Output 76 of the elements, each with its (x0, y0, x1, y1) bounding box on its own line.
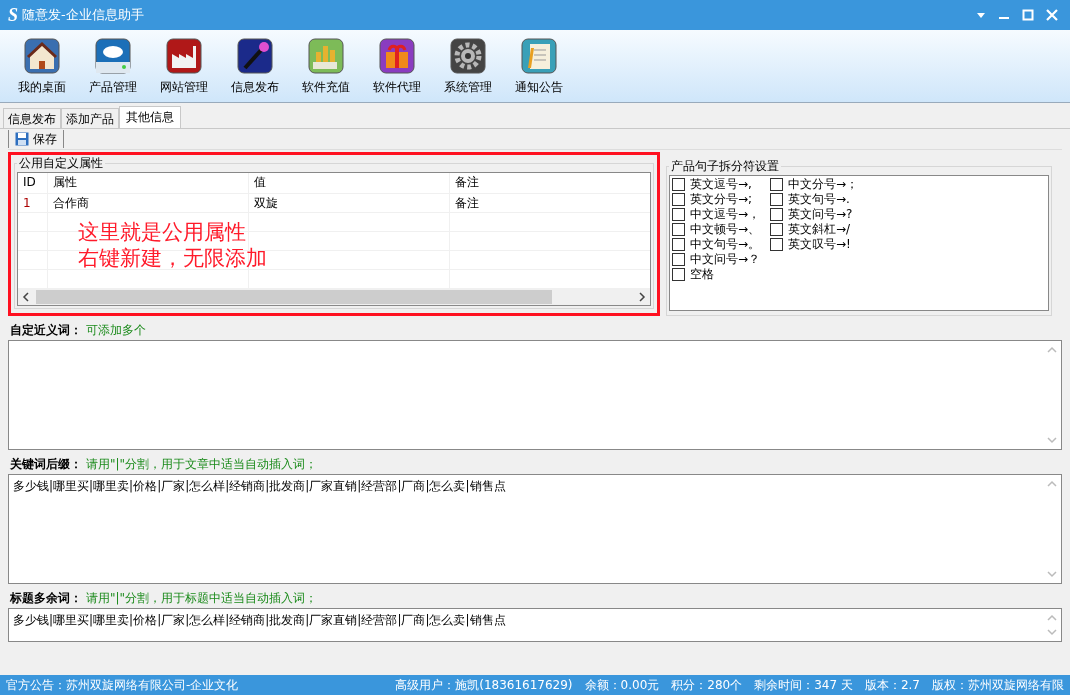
table-cell: 双旋 (249, 194, 450, 212)
checkbox-option[interactable]: 英文逗号→, (672, 177, 761, 192)
field-label: 标题多余词： (10, 589, 82, 607)
status-item: 积分：280个 (671, 676, 743, 694)
table-cell: 1 (18, 194, 48, 212)
checkbox-option[interactable]: 中文逗号→， (672, 207, 761, 222)
app-logo: S (8, 4, 18, 26)
column-header[interactable]: 属性 (48, 173, 249, 193)
close-icon[interactable] (1046, 9, 1058, 21)
checkbox[interactable] (672, 223, 685, 236)
checkbox[interactable] (770, 208, 784, 221)
checkbox-option[interactable]: 中文分号→； (770, 177, 859, 192)
checkbox[interactable] (672, 193, 685, 206)
group-title: 公用自定义属性 (18, 155, 104, 172)
horizontal-scrollbar[interactable] (18, 289, 650, 305)
gift-icon (378, 38, 415, 74)
toolbar-button[interactable]: 网站管理 (148, 34, 219, 98)
column-header[interactable]: ID (18, 173, 48, 193)
tab[interactable]: 添加产品 (61, 108, 119, 128)
checkbox[interactable] (770, 178, 784, 191)
group-title: 产品句子拆分符设置 (670, 158, 780, 175)
checkbox-option[interactable]: 英文分号→; (672, 192, 761, 207)
tab[interactable]: 信息发布 (3, 108, 61, 128)
checkbox[interactable] (672, 208, 685, 221)
field-label: 关键词后缀： (10, 455, 82, 473)
annotation-text: 右键新建，无限添加 (78, 245, 267, 271)
scroll-left-icon[interactable] (22, 292, 30, 302)
toolbar-button[interactable]: 软件代理 (361, 34, 432, 98)
toolbar-button[interactable]: 软件充值 (290, 34, 361, 98)
table-cell-text: 备注 (454, 195, 480, 212)
toolbar-button[interactable]: 通知公告 (503, 34, 574, 98)
checkbox-option[interactable]: 中文问号→？ (672, 252, 761, 267)
field-hint: 请用"|"分割，用于文章中适当自动插入词； (86, 455, 318, 473)
house-icon (23, 38, 60, 74)
status-item: 高级用户：施凯(18361617629) (395, 676, 573, 694)
checkbox[interactable] (770, 223, 784, 236)
checkbox[interactable] (770, 238, 784, 251)
checkbox-option[interactable]: 空格 (672, 267, 761, 282)
field-hint: 可添加多个 (86, 321, 146, 339)
maximize-icon[interactable] (1022, 9, 1034, 21)
scroll-right-icon[interactable] (638, 292, 646, 302)
table-cell: 合作商 (48, 194, 249, 212)
note-icon (520, 38, 557, 74)
checkbox-option[interactable]: 英文斜杠→/ (770, 222, 859, 237)
checkbox-option[interactable]: 英文句号→. (770, 192, 859, 207)
status-notice: 官方公告：苏州双旋网络有限公司-企业文化 (6, 676, 239, 694)
column-header[interactable]: 值 (249, 173, 450, 193)
toolbar-button[interactable]: 信息发布 (219, 34, 290, 98)
wand-icon (236, 38, 273, 74)
status-item: 余额：0.00元 (584, 676, 660, 694)
checkbox[interactable] (672, 253, 685, 266)
toolbar-button[interactable]: 产品管理 (77, 34, 148, 98)
cloud-icon (94, 38, 131, 74)
checkbox-option[interactable]: 中文顿号→、 (672, 222, 761, 237)
checkbox[interactable] (672, 178, 685, 191)
save-button[interactable]: 保存 (8, 130, 64, 148)
annotation-text: 这里就是公用属性 (78, 219, 247, 245)
checkbox-option[interactable]: 中文句号→。 (672, 237, 761, 252)
status-item: 版本：2.7 (864, 676, 920, 694)
tab[interactable]: 其他信息 (119, 106, 181, 128)
status-item: 版权：苏州双旋网络有限 (932, 676, 1064, 694)
checkbox-option[interactable]: 英文叹号→! (770, 237, 859, 252)
checkbox[interactable] (672, 238, 685, 251)
window-title: 随意发-企业信息助手 (22, 6, 145, 24)
factory-icon (165, 38, 202, 74)
toolbar-button[interactable]: 我的桌面 (6, 34, 77, 98)
field-label: 自定近义词： (10, 321, 82, 339)
status-item: 剩余时间：347 天 (754, 676, 853, 694)
checkbox-option[interactable]: 英文问号→? (770, 207, 859, 222)
toolbar-button[interactable]: 系统管理 (432, 34, 503, 98)
gear-icon (449, 38, 486, 74)
dropdown-icon[interactable] (976, 11, 986, 19)
column-header[interactable]: 备注 (450, 173, 650, 193)
checkbox[interactable] (770, 193, 784, 206)
checkbox[interactable] (672, 268, 685, 281)
field-hint: 请用"|"分割，用于标题中适当自动插入词； (86, 589, 318, 607)
